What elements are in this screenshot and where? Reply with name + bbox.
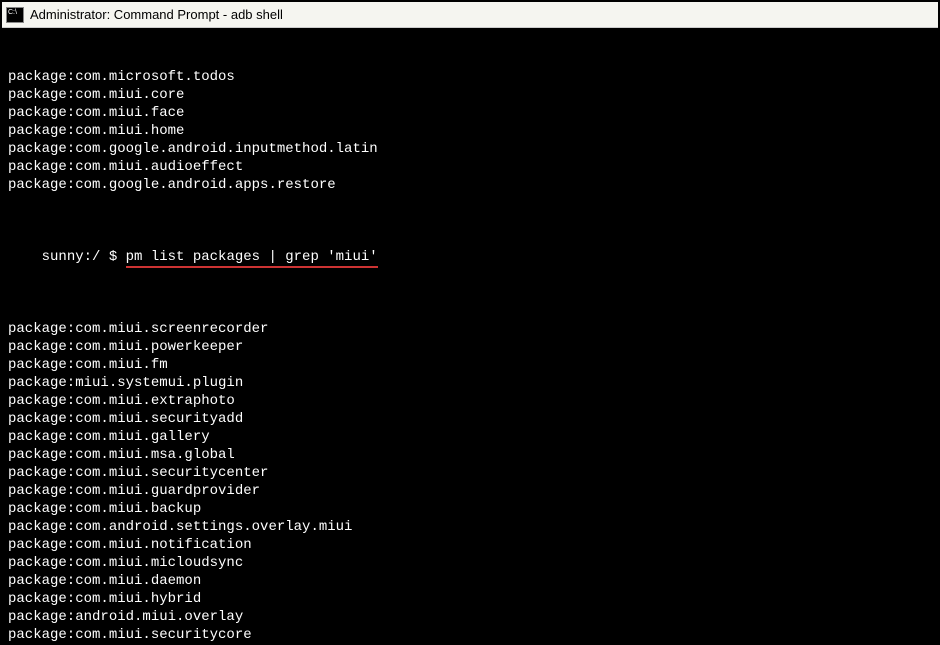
terminal-line: package:com.google.android.inputmethod.l…: [8, 140, 932, 158]
cmd-icon: [6, 7, 24, 23]
terminal-line: package:com.miui.backup: [8, 500, 932, 518]
terminal-line: package:com.microsoft.todos: [8, 68, 932, 86]
terminal-line: package:com.miui.core: [8, 86, 932, 104]
terminal-output[interactable]: package:com.microsoft.todospackage:com.m…: [2, 28, 938, 643]
window-title: Administrator: Command Prompt - adb shel…: [30, 7, 283, 22]
shell-command-wrapper: pm list packages | grep 'miui': [126, 248, 378, 266]
terminal-line: package:com.miui.face: [8, 104, 932, 122]
shell-command: pm list packages | grep 'miui': [126, 249, 378, 265]
terminal-line: package:com.miui.powerkeeper: [8, 338, 932, 356]
terminal-line: package:com.miui.securityadd: [8, 410, 932, 428]
terminal-line: package:com.miui.screenrecorder: [8, 320, 932, 338]
terminal-line: package:com.miui.fm: [8, 356, 932, 374]
terminal-line: package:com.miui.msa.global: [8, 446, 932, 464]
terminal-line: package:com.miui.securitycenter: [8, 464, 932, 482]
highlight-underline: [126, 266, 378, 268]
terminal-line: package:com.miui.micloudsync: [8, 554, 932, 572]
terminal-line: package:com.miui.home: [8, 122, 932, 140]
terminal-line: package:com.miui.daemon: [8, 572, 932, 590]
window-title-bar[interactable]: Administrator: Command Prompt - adb shel…: [2, 2, 938, 28]
terminal-line: package:com.miui.notification: [8, 536, 932, 554]
terminal-line: package:miui.systemui.plugin: [8, 374, 932, 392]
terminal-line: package:com.miui.securitycore: [8, 626, 932, 643]
terminal-line: package:com.android.settings.overlay.miu…: [8, 518, 932, 536]
terminal-line: package:android.miui.overlay: [8, 608, 932, 626]
terminal-line: package:com.google.android.apps.restore: [8, 176, 932, 194]
shell-prompt-prefix: sunny:/ $: [42, 249, 126, 265]
terminal-line: package:com.miui.hybrid: [8, 590, 932, 608]
terminal-line: package:com.miui.gallery: [8, 428, 932, 446]
terminal-line: package:com.miui.extraphoto: [8, 392, 932, 410]
terminal-line: package:com.miui.audioeffect: [8, 158, 932, 176]
terminal-line: package:com.miui.guardprovider: [8, 482, 932, 500]
